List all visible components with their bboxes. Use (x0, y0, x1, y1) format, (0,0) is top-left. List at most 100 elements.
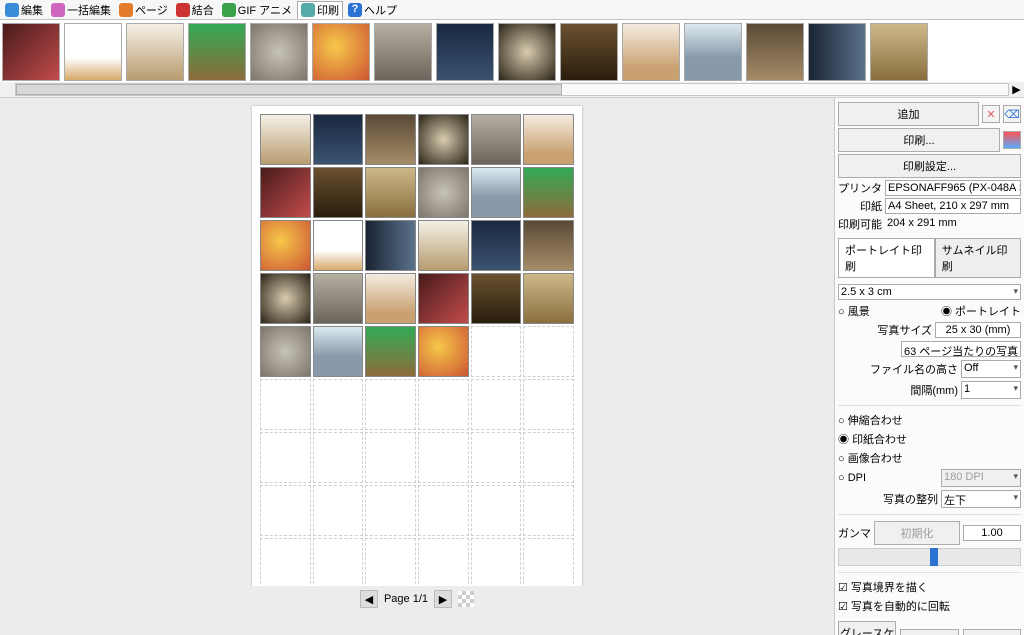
fit-paper-radio[interactable]: 印紙合わせ (838, 431, 1021, 447)
filename-height-select[interactable]: Off (961, 360, 1021, 378)
grid-cell[interactable] (471, 220, 522, 271)
grid-cell[interactable] (313, 167, 364, 218)
thumbnail[interactable] (374, 23, 432, 81)
thumbnail[interactable] (808, 23, 866, 81)
grid-cell[interactable] (523, 432, 574, 483)
thumbnail[interactable] (64, 23, 122, 81)
grid-cell[interactable] (471, 432, 522, 483)
thumbnail[interactable] (746, 23, 804, 81)
scroll-right-icon[interactable]: ▶ (1009, 82, 1024, 97)
grid-cell[interactable] (523, 273, 574, 324)
grid-cell[interactable] (523, 379, 574, 430)
menu-batch-edit[interactable]: 一括編集 (48, 1, 114, 19)
grid-cell[interactable] (418, 432, 469, 483)
grid-cell[interactable] (260, 538, 311, 589)
spacing-select[interactable]: 1 (961, 381, 1021, 399)
grid-cell[interactable] (471, 485, 522, 536)
grid-cell[interactable] (260, 114, 311, 165)
grid-cell[interactable] (418, 538, 469, 589)
grid-cell[interactable] (365, 326, 416, 377)
horizontal-scrollbar[interactable]: ▶ (0, 82, 1024, 97)
grid-cell[interactable] (313, 485, 364, 536)
grid-cell[interactable] (418, 326, 469, 377)
grid-cell[interactable] (365, 220, 416, 271)
thumbnail[interactable] (560, 23, 618, 81)
grid-cell[interactable] (418, 220, 469, 271)
grid-cell[interactable] (471, 379, 522, 430)
thumbnail[interactable] (684, 23, 742, 81)
menu-help[interactable]: ?ヘルプ (345, 1, 400, 19)
draw-border-checkbox[interactable]: 写真境界を描く (838, 579, 1021, 595)
grid-cell[interactable] (260, 432, 311, 483)
thumbnail-row[interactable] (0, 20, 1024, 82)
grid-cell[interactable] (365, 538, 416, 589)
grid-cell[interactable] (471, 538, 522, 589)
grid-cell[interactable] (260, 220, 311, 271)
grid-cell[interactable] (418, 379, 469, 430)
thumbnail[interactable] (498, 23, 556, 81)
grid-cell[interactable] (260, 273, 311, 324)
tab-portrait-print[interactable]: ポートレイト印刷 (838, 238, 935, 277)
layout-icon[interactable] (1003, 131, 1021, 149)
grid-cell[interactable] (365, 114, 416, 165)
tab-thumbnail-print[interactable]: サムネイル印刷 (935, 238, 1021, 277)
grid-cell[interactable] (365, 167, 416, 218)
scrollbar-thumb[interactable] (16, 84, 562, 95)
photo-size-field[interactable]: 25 x 30 (mm) (935, 322, 1021, 338)
paper-field[interactable]: A4 Sheet, 210 x 297 mm (885, 198, 1021, 214)
transparency-toggle-icon[interactable] (458, 591, 474, 607)
menu-edit[interactable]: 編集 (2, 1, 46, 19)
thumbnail[interactable] (436, 23, 494, 81)
grid-cell[interactable] (471, 114, 522, 165)
grid-cell[interactable] (418, 167, 469, 218)
grid-cell[interactable] (365, 273, 416, 324)
grid-cell[interactable] (365, 432, 416, 483)
menu-gif[interactable]: GIF アニメ (219, 1, 295, 19)
grid-cell[interactable] (523, 167, 574, 218)
cell-size-select[interactable]: 2.5 x 3 cm (838, 284, 1021, 300)
printer-field[interactable]: EPSONAFF965 (PX-048A S (885, 180, 1021, 196)
print-button[interactable]: 印刷... (838, 128, 1000, 152)
grid-cell[interactable] (260, 379, 311, 430)
grid-cell[interactable] (523, 326, 574, 377)
thumbnail[interactable] (2, 23, 60, 81)
grid-cell[interactable] (471, 273, 522, 324)
grid-cell[interactable] (313, 273, 364, 324)
grid-cell[interactable] (313, 538, 364, 589)
fit-dpi-radio[interactable]: DPI (838, 472, 866, 484)
thumbnail[interactable] (250, 23, 308, 81)
align-select[interactable]: 左下 (941, 490, 1021, 508)
thumbnail[interactable] (188, 23, 246, 81)
print-settings-button[interactable]: 印刷設定... (838, 154, 1021, 178)
grid-cell[interactable] (523, 220, 574, 271)
gamma-value-field[interactable]: 1.00 (963, 525, 1021, 541)
grid-cell[interactable] (313, 379, 364, 430)
gamma-slider[interactable] (838, 548, 1021, 566)
grid-cell[interactable] (523, 538, 574, 589)
menu-print[interactable]: 印刷 (297, 1, 343, 19)
grid-cell[interactable] (471, 167, 522, 218)
grid-cell[interactable] (260, 485, 311, 536)
grid-cell[interactable] (365, 485, 416, 536)
remove-icon[interactable]: ✕ (982, 105, 1000, 123)
next-page-button[interactable]: ▶ (434, 590, 452, 608)
grid-cell[interactable] (471, 326, 522, 377)
fit-stretch-radio[interactable]: 伸縮合わせ (838, 412, 1021, 428)
grid-cell[interactable] (260, 167, 311, 218)
menu-page[interactable]: ページ (116, 1, 171, 19)
grid-cell[interactable] (523, 485, 574, 536)
grid-cell[interactable] (260, 326, 311, 377)
thumbnail[interactable] (312, 23, 370, 81)
grid-cell[interactable] (313, 432, 364, 483)
grid-cell[interactable] (313, 114, 364, 165)
grid-cell[interactable] (523, 114, 574, 165)
add-button[interactable]: 追加 (838, 102, 979, 126)
thumbnail[interactable] (622, 23, 680, 81)
clear-all-icon[interactable]: ⌫ (1003, 105, 1021, 123)
grayscale-button[interactable]: グレースケール (838, 621, 896, 635)
fit-image-radio[interactable]: 画像合わせ (838, 450, 1021, 466)
auto-rotate-checkbox[interactable]: 写真を自動的に回転 (838, 598, 1021, 614)
thumbnail[interactable] (126, 23, 184, 81)
grid-cell[interactable] (313, 220, 364, 271)
orientation-landscape-radio[interactable]: 風景 (838, 303, 870, 319)
